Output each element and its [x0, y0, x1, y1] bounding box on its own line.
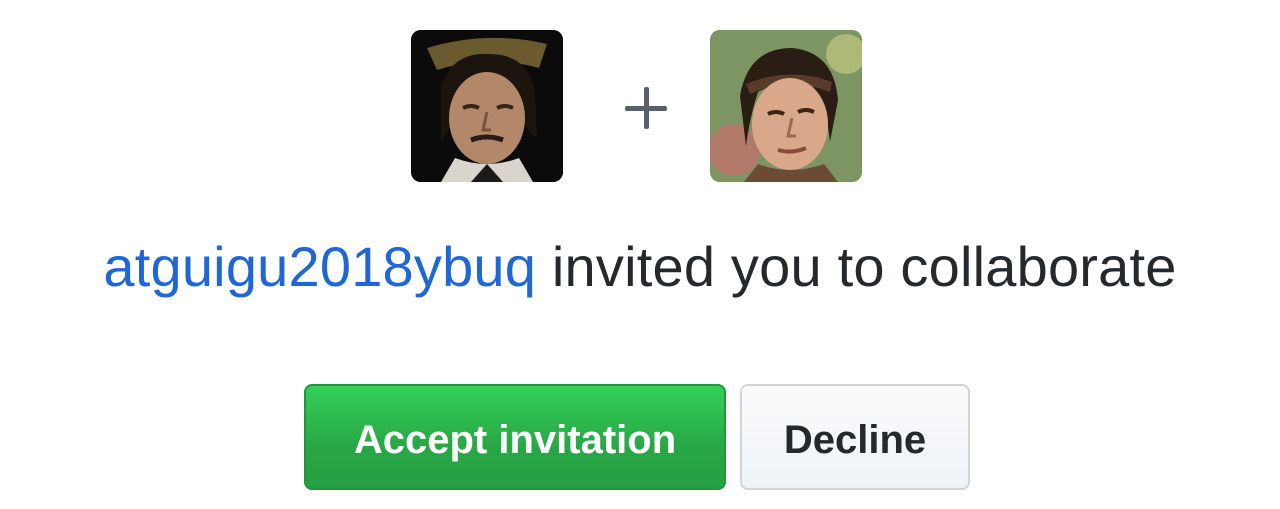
accept-invitation-button[interactable]: Accept invitation [304, 384, 726, 490]
inviter-avatar[interactable] [411, 30, 563, 182]
invitation-headline: atguigu2018ybuq invited you to collabora… [0, 225, 1280, 309]
inviter-avatar-image [411, 30, 563, 182]
invitation-message: invited you to collaborate [536, 235, 1177, 298]
inviter-username-link[interactable]: atguigu2018ybuq [103, 235, 536, 298]
avatars-row [0, 30, 1280, 184]
decline-button[interactable]: Decline [740, 384, 970, 490]
plus-icon [616, 78, 676, 138]
invitee-avatar-image [710, 30, 862, 182]
invitee-avatar[interactable] [710, 30, 862, 182]
